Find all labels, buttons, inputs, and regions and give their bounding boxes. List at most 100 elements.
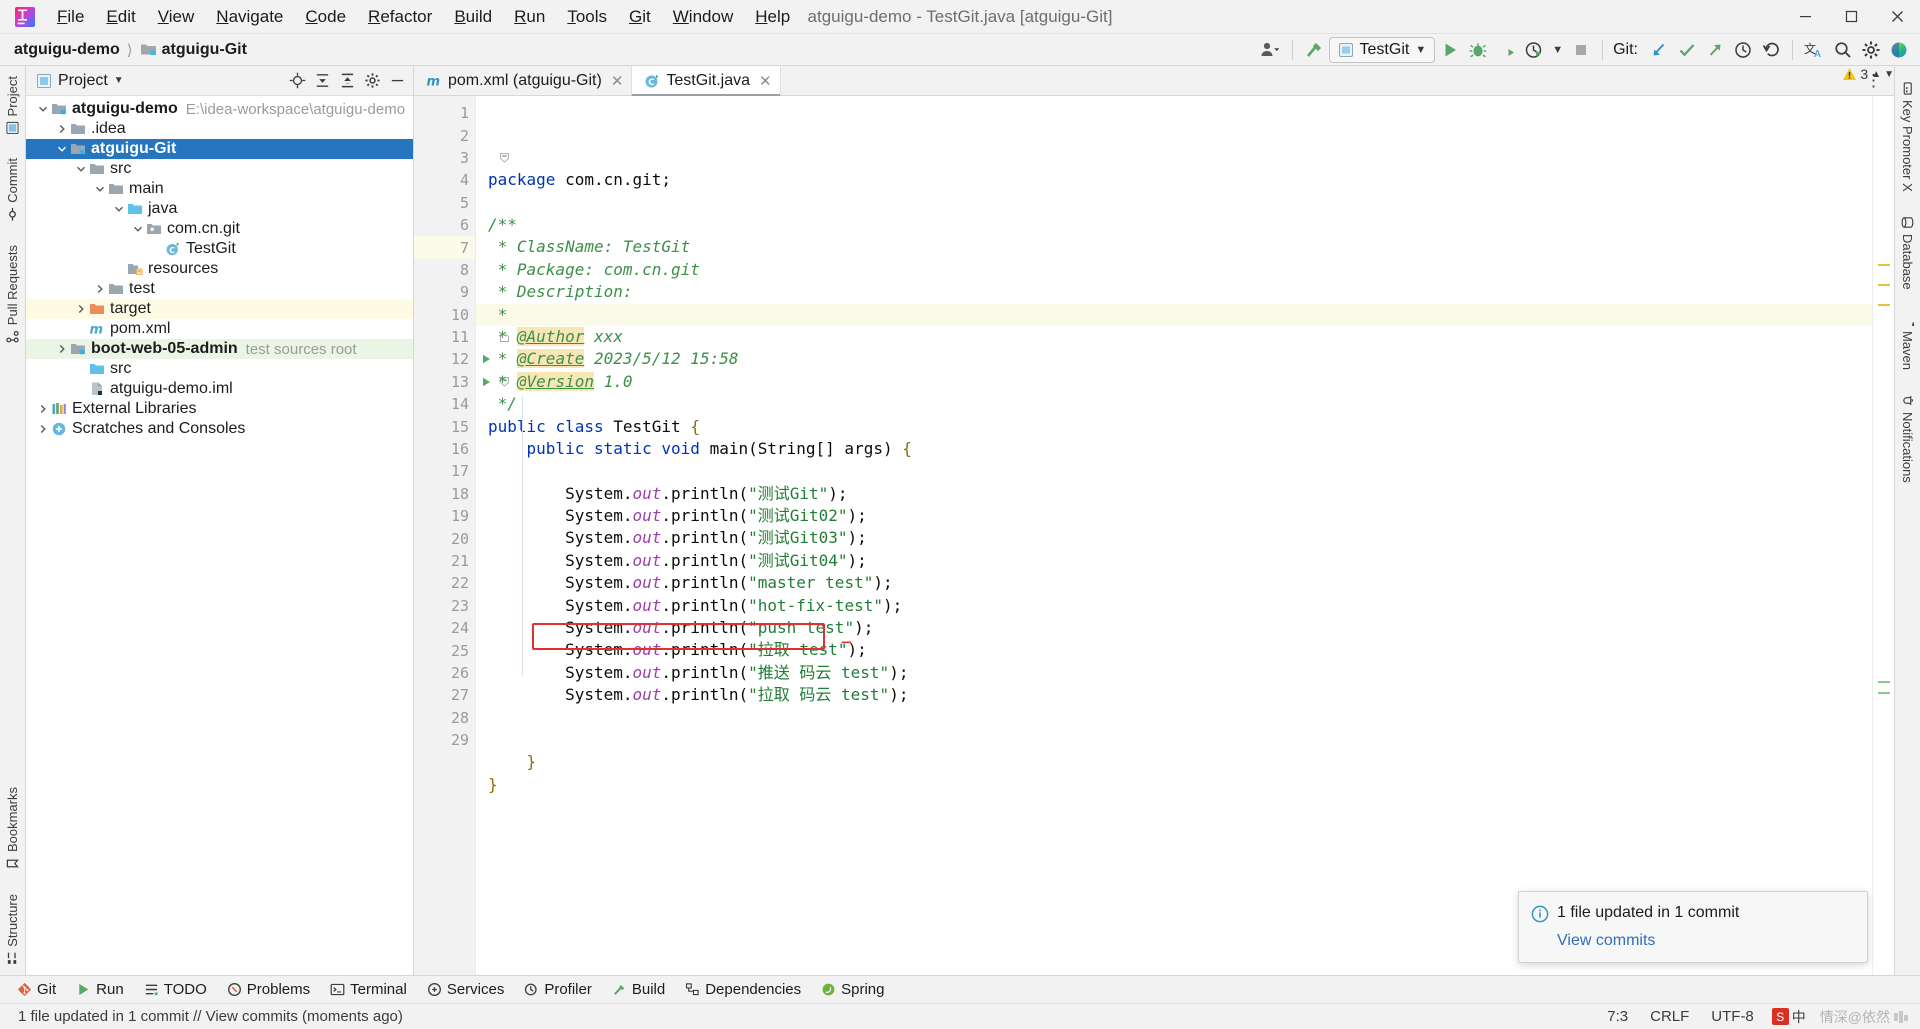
tree-node-src[interactable]: src	[26, 159, 413, 179]
code-content[interactable]: package com.cn.git; /** * ClassName: Tes…	[476, 96, 1872, 975]
menu-help[interactable]: Help	[744, 3, 801, 31]
menu-refactor[interactable]: Refactor	[357, 3, 443, 31]
rail-item-database[interactable]: Database	[1899, 212, 1916, 294]
tree-node-boot-web-05-admin[interactable]: boot-web-05-admin test sources root	[26, 339, 413, 359]
rail-item-project[interactable]: Project	[4, 72, 21, 138]
rail-item-structure[interactable]: Structure	[4, 890, 21, 969]
code-line[interactable]: }	[488, 774, 1872, 796]
code-line[interactable]: * Package: com.cn.git	[488, 259, 1872, 281]
chevron-right-icon[interactable]	[93, 284, 107, 294]
project-tree[interactable]: atguigu-demo E:\idea-workspace\atguigu-de…	[26, 96, 413, 975]
code-line[interactable]	[488, 707, 1872, 729]
tab-testgit-java[interactable]: C TestGit.java ✕	[632, 66, 781, 96]
chevron-down-icon[interactable]	[112, 204, 126, 214]
tool-window-button-services[interactable]: Services	[418, 978, 514, 1001]
line-number[interactable]: 9	[414, 281, 475, 303]
tool-window-button-build[interactable]: Build	[603, 978, 674, 1001]
code-line[interactable]: * @Author xxx	[488, 326, 1872, 348]
rail-item-commit[interactable]: Commit	[4, 154, 21, 225]
chevron-down-icon[interactable]	[74, 164, 88, 174]
tree-node-pom-xml[interactable]: m pom.xml	[26, 319, 413, 339]
line-number[interactable]: 3	[414, 147, 509, 169]
chevron-right-icon[interactable]	[74, 304, 88, 314]
code-line[interactable]: System.out.println("推送 码云 test");	[488, 662, 1872, 684]
code-line[interactable]: * @Create 2023/5/12 15:58	[488, 348, 1872, 370]
line-number[interactable]: 28	[414, 707, 475, 729]
chevron-down-icon[interactable]: ▼	[114, 75, 124, 86]
line-number[interactable]: 19	[414, 505, 475, 527]
code-line[interactable]: * ClassName: TestGit	[488, 236, 1872, 258]
line-separator[interactable]: CRLF	[1646, 1006, 1693, 1027]
line-number[interactable]: 16	[414, 438, 475, 460]
tree-node-resources[interactable]: resources	[26, 259, 413, 279]
settings-icon[interactable]	[360, 69, 384, 93]
code-marker[interactable]	[1878, 284, 1890, 286]
run-configuration-selector[interactable]: TestGit ▼	[1328, 36, 1436, 63]
status-message[interactable]: 1 file updated in 1 commit // View commi…	[14, 1006, 407, 1027]
line-number[interactable]: 5	[414, 192, 475, 214]
ime-indicator[interactable]: S 中	[1771, 1007, 1806, 1027]
menu-build[interactable]: Build	[443, 3, 503, 31]
line-number[interactable]: 1	[414, 102, 475, 124]
stop-icon[interactable]	[1568, 37, 1594, 63]
menu-run[interactable]: Run	[503, 3, 556, 31]
close-icon[interactable]: ✕	[759, 72, 772, 90]
minimize-button[interactable]	[1782, 0, 1828, 34]
line-number[interactable]: 29	[414, 729, 475, 751]
code-line[interactable]	[488, 796, 1872, 818]
code-line[interactable]: System.out.println("测试Git");	[488, 483, 1872, 505]
git-history-icon[interactable]	[1730, 37, 1756, 63]
inspection-summary[interactable]: 3 ▲ ▼	[1842, 66, 1894, 82]
tool-window-button-todo[interactable]: TODO	[135, 978, 216, 1001]
caret-position[interactable]: 7:3	[1603, 1006, 1632, 1027]
line-number[interactable]: 26	[414, 662, 475, 684]
tool-window-button-terminal[interactable]: Terminal	[321, 978, 416, 1001]
code-line[interactable]: */	[488, 393, 1872, 415]
code-line[interactable]: /**	[488, 214, 1872, 236]
run-with-coverage-icon[interactable]	[1493, 37, 1519, 63]
breadcrumb-item-module[interactable]: atguigu-Git	[162, 41, 247, 59]
tool-window-button-problems[interactable]: Problems	[218, 978, 319, 1001]
expand-icon[interactable]	[335, 69, 359, 93]
menu-file[interactable]: FFileile	[46, 3, 95, 31]
code-line[interactable]: package com.cn.git;	[488, 169, 1872, 191]
locate-icon[interactable]	[285, 69, 309, 93]
tree-node-atguigu-demo-iml[interactable]: atguigu-demo.iml	[26, 379, 413, 399]
rail-item-key-promoter-x[interactable]: Key Promoter X	[1899, 78, 1916, 196]
translate-icon[interactable]: 文 A	[1801, 37, 1828, 63]
tree-node-main[interactable]: main	[26, 179, 413, 199]
tree-node-atguigu-demo[interactable]: atguigu-demo E:\idea-workspace\atguigu-de…	[26, 99, 413, 119]
line-number[interactable]: 20	[414, 527, 475, 549]
git-push-icon[interactable]	[1702, 37, 1728, 63]
code-editor[interactable]: 1 2 3 4 5 6 7 8 9 10 11 12 13 14 15 16 17 18 19 20 21 22 23 24 2…	[414, 66, 1894, 975]
line-number[interactable]: 7	[414, 236, 475, 259]
chevron-up-icon[interactable]: ▲	[1871, 69, 1881, 80]
tool-window-button-git[interactable]: Git	[8, 978, 65, 1001]
line-number[interactable]: 15	[414, 415, 475, 437]
git-rollback-icon[interactable]	[1758, 37, 1784, 63]
line-number[interactable]: 12	[414, 348, 490, 370]
ide-assistant-icon[interactable]	[1886, 37, 1912, 63]
line-number[interactable]: 21	[414, 550, 475, 572]
code-line[interactable]: System.out.println("测试Git04");	[488, 550, 1872, 572]
line-number[interactable]: 11	[414, 326, 509, 348]
line-number[interactable]: 18	[414, 483, 475, 505]
line-number[interactable]: 8	[414, 259, 475, 281]
code-line[interactable]: System.out.println("拉取 码云 test");	[488, 684, 1872, 706]
settings-icon[interactable]	[1858, 37, 1884, 63]
rail-item-notifications[interactable]: Notifications	[1899, 390, 1916, 487]
code-line[interactable]: public static void main(String[] args) {	[488, 438, 1872, 460]
debug-icon[interactable]	[1465, 37, 1491, 63]
tree-node-java[interactable]: java	[26, 199, 413, 219]
maximize-button[interactable]	[1828, 0, 1874, 34]
close-icon[interactable]: ✕	[611, 72, 624, 90]
menu-window[interactable]: Window	[662, 3, 744, 31]
build-icon[interactable]	[1301, 37, 1327, 63]
code-line[interactable]: System.out.println("测试Git02");	[488, 505, 1872, 527]
hide-icon[interactable]	[385, 69, 409, 93]
chevron-down-icon[interactable]: ▼	[1549, 37, 1566, 63]
git-update-icon[interactable]	[1646, 37, 1672, 63]
chevron-down-icon[interactable]	[36, 104, 50, 114]
tool-window-button-spring[interactable]: Spring	[812, 978, 893, 1001]
close-button[interactable]	[1874, 0, 1920, 34]
